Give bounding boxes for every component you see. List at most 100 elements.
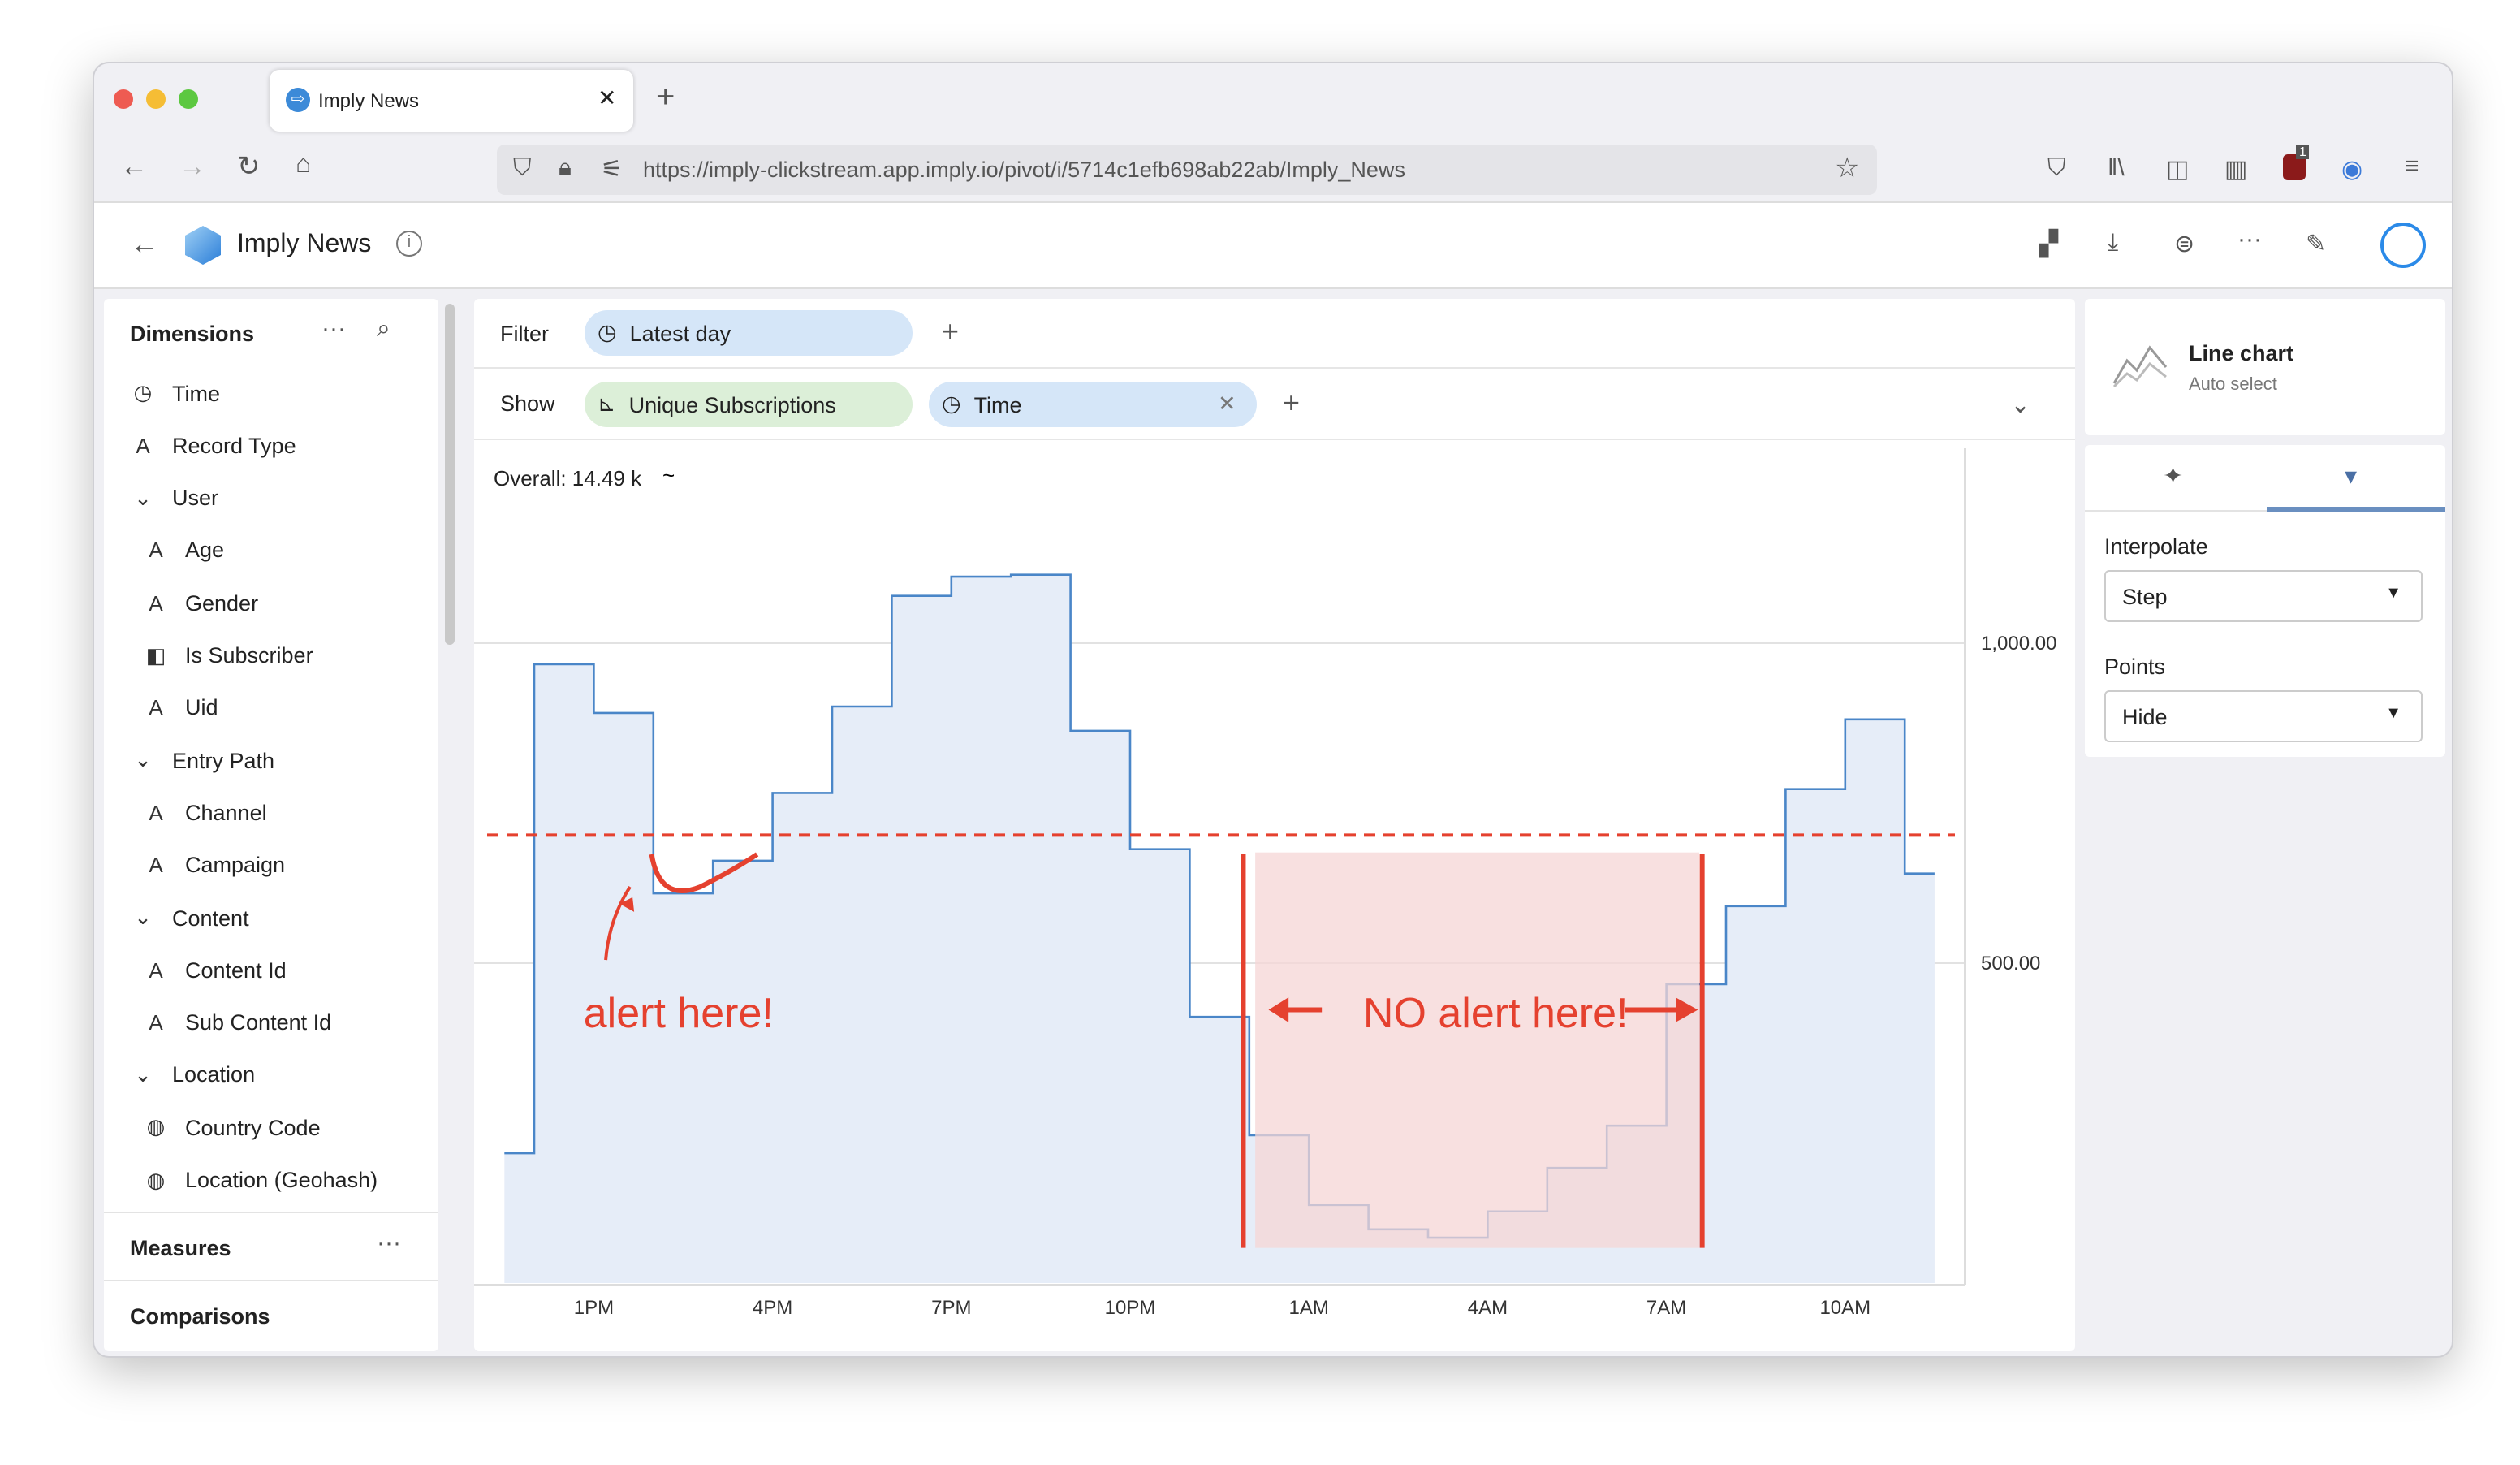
download-icon[interactable]: ⤓ xyxy=(2108,229,2118,257)
alert-annotation: alert here! xyxy=(584,990,774,1037)
new-tab-button[interactable]: + xyxy=(656,80,675,117)
add-filter-button[interactable]: + xyxy=(942,315,959,349)
dimensions-more-icon[interactable]: ··· xyxy=(321,315,346,343)
paint-tab-icon[interactable]: ▾ xyxy=(2345,461,2357,490)
dimension-label: Campaign xyxy=(185,853,286,878)
dimension-item[interactable]: ⌄ Location xyxy=(130,1049,255,1101)
extension-icon[interactable]: ▥ xyxy=(2224,154,2247,184)
no-alert-annotation: NO alert here! xyxy=(1363,990,1629,1037)
split-pill[interactable]: ◷ Time ✕ xyxy=(929,382,1257,427)
browser-tab[interactable]: ⇨ Imply News ✕ xyxy=(270,70,633,132)
home-button[interactable]: ⌂ xyxy=(296,151,311,180)
dimension-label: Channel xyxy=(185,800,267,825)
string-icon: A xyxy=(136,433,150,458)
expand-chevron-icon[interactable]: ⌄ xyxy=(2010,390,2030,419)
app-title: Imply News xyxy=(237,231,372,258)
back-arrow-icon[interactable]: ← xyxy=(130,227,159,261)
dimension-item[interactable]: ⌄ Entry Path xyxy=(130,734,274,786)
toggle-icon[interactable]: ⊜ xyxy=(2174,229,2194,258)
remove-split-icon[interactable]: ✕ xyxy=(1218,391,1236,417)
x-tick-label: 7PM xyxy=(931,1297,971,1319)
dimension-label: Location (Geohash) xyxy=(185,1168,378,1192)
browser-window: ⇨ Imply News ✕ + ← → ↻ ⌂ ⛉ 🔒︎ ⚟ https://… xyxy=(93,62,2453,1358)
menu-icon[interactable]: ≡ xyxy=(2405,153,2419,180)
active-tab-indicator xyxy=(2267,507,2445,512)
viz-name: Line chart xyxy=(2189,341,2294,365)
y-tick-label: 500.00 xyxy=(1981,953,2040,975)
string-icon: A xyxy=(149,800,163,825)
interpolate-select[interactable]: Step ▼ xyxy=(2104,570,2423,622)
string-icon: A xyxy=(149,695,163,720)
string-icon: A xyxy=(149,853,163,878)
chevron-down-icon: ⌄ xyxy=(134,905,152,929)
dimension-item[interactable]: A Content Id xyxy=(143,944,287,996)
chevron-down-icon: ⌄ xyxy=(134,485,152,510)
dimension-label: Location xyxy=(172,1062,256,1087)
reload-button[interactable]: ↻ xyxy=(237,151,261,184)
line-chart[interactable]: 500.00 1,000.00 1PM 4PM 7PM 10PM 1AM 4AM 7AM 10AM… xyxy=(474,448,2075,1351)
add-split-button[interactable]: + xyxy=(1283,387,1300,421)
interpolate-value: Step xyxy=(2122,585,2168,609)
x-tick-label: 1AM xyxy=(1289,1297,1329,1319)
sidebar-icon[interactable]: ◫ xyxy=(2166,154,2189,184)
viz-selector[interactable]: Line chart Auto select xyxy=(2085,299,2445,435)
bookmark-star-icon[interactable]: ☆ xyxy=(1835,153,1860,185)
dimension-item[interactable]: A Uid xyxy=(143,682,218,734)
dimensions-panel: Dimensions ··· ⌕ ◷ Time A Record Type ⌄ User A… xyxy=(104,299,438,1351)
dimension-item[interactable]: A Sub Content Id xyxy=(143,996,331,1048)
forward-button[interactable]: → xyxy=(179,151,206,184)
no-alert-region xyxy=(1255,852,1699,1248)
dimension-item[interactable]: ◷ Time xyxy=(130,367,220,419)
user-avatar[interactable] xyxy=(2380,223,2426,268)
line-chart-icon xyxy=(2112,345,2168,388)
dimension-item[interactable]: A Gender xyxy=(143,577,258,629)
dimension-item[interactable]: A Record Type xyxy=(130,420,296,472)
close-window-button[interactable] xyxy=(114,89,133,109)
dimension-label: Content Id xyxy=(185,957,287,983)
app-header: ← Imply News i ▞ ⤓ ⊜ ··· ✎ xyxy=(94,201,2452,289)
filter-pill[interactable]: ◷ Latest day xyxy=(585,310,913,356)
dimension-item[interactable]: A Channel xyxy=(143,787,267,839)
measures-more-icon[interactable]: ··· xyxy=(377,1229,401,1257)
string-icon: A xyxy=(149,957,163,983)
clock-icon: ◷ xyxy=(598,320,617,344)
dimension-item[interactable]: ◧ Is Subscriber xyxy=(143,629,313,681)
notification-badge: 1 xyxy=(2296,145,2310,159)
dimension-item[interactable]: A Campaign xyxy=(143,839,285,891)
string-icon: A xyxy=(149,1010,163,1035)
tab-title: Imply News xyxy=(318,89,420,112)
cube-logo-icon xyxy=(185,226,221,265)
measure-pill[interactable]: ⊾ Unique Subscriptions xyxy=(585,382,913,427)
pin-tab-icon[interactable]: ✦ xyxy=(2163,461,2183,490)
url-bar[interactable]: ⛉ 🔒︎ ⚟ https://imply-clickstream.app.imp… xyxy=(497,145,1877,195)
dimension-item[interactable]: ◍ Country Code xyxy=(143,1101,321,1153)
dimension-item[interactable]: A Age xyxy=(143,525,224,577)
bar-chart-icon: ⊾ xyxy=(598,391,616,416)
info-icon[interactable]: i xyxy=(396,231,422,257)
comparisons-title[interactable]: Comparisons xyxy=(130,1304,270,1329)
measures-title[interactable]: Measures xyxy=(130,1236,231,1260)
dimension-item[interactable]: ⌄ Content xyxy=(130,892,249,944)
globe-icon: ◍ xyxy=(146,1167,166,1191)
url-text[interactable]: https://imply-clickstream.app.imply.io/p… xyxy=(643,158,1405,182)
edit-pencil-icon[interactable]: ✎ xyxy=(2306,229,2326,258)
sidebar-scrollbar[interactable] xyxy=(445,304,455,645)
back-button[interactable]: ← xyxy=(120,151,148,184)
dimension-item[interactable]: ⌄ User xyxy=(130,472,218,524)
dimension-item[interactable]: ◍ Location (Geohash) xyxy=(143,1154,378,1206)
search-icon[interactable]: ⌕ xyxy=(377,315,391,343)
library-icon[interactable]: ‖\ xyxy=(2108,154,2125,182)
account-extension-icon[interactable]: ◉ xyxy=(2341,154,2362,184)
dimension-label: Sub Content Id xyxy=(185,1010,332,1035)
close-tab-icon[interactable]: ✕ xyxy=(598,84,616,112)
dimension-label: Age xyxy=(185,538,225,563)
x-tick-label: 4AM xyxy=(1468,1297,1508,1319)
pocket-icon[interactable]: ⛉ xyxy=(2048,154,2066,182)
more-icon[interactable]: ··· xyxy=(2237,226,2262,253)
x-tick-label: 10PM xyxy=(1105,1297,1156,1319)
points-select[interactable]: Hide ▼ xyxy=(2104,690,2423,742)
minimize-window-button[interactable] xyxy=(146,89,166,109)
add-to-dashboard-icon[interactable]: ▞ xyxy=(2039,229,2058,258)
maximize-window-button[interactable] xyxy=(179,89,198,109)
filter-pill-label: Latest day xyxy=(629,321,731,345)
